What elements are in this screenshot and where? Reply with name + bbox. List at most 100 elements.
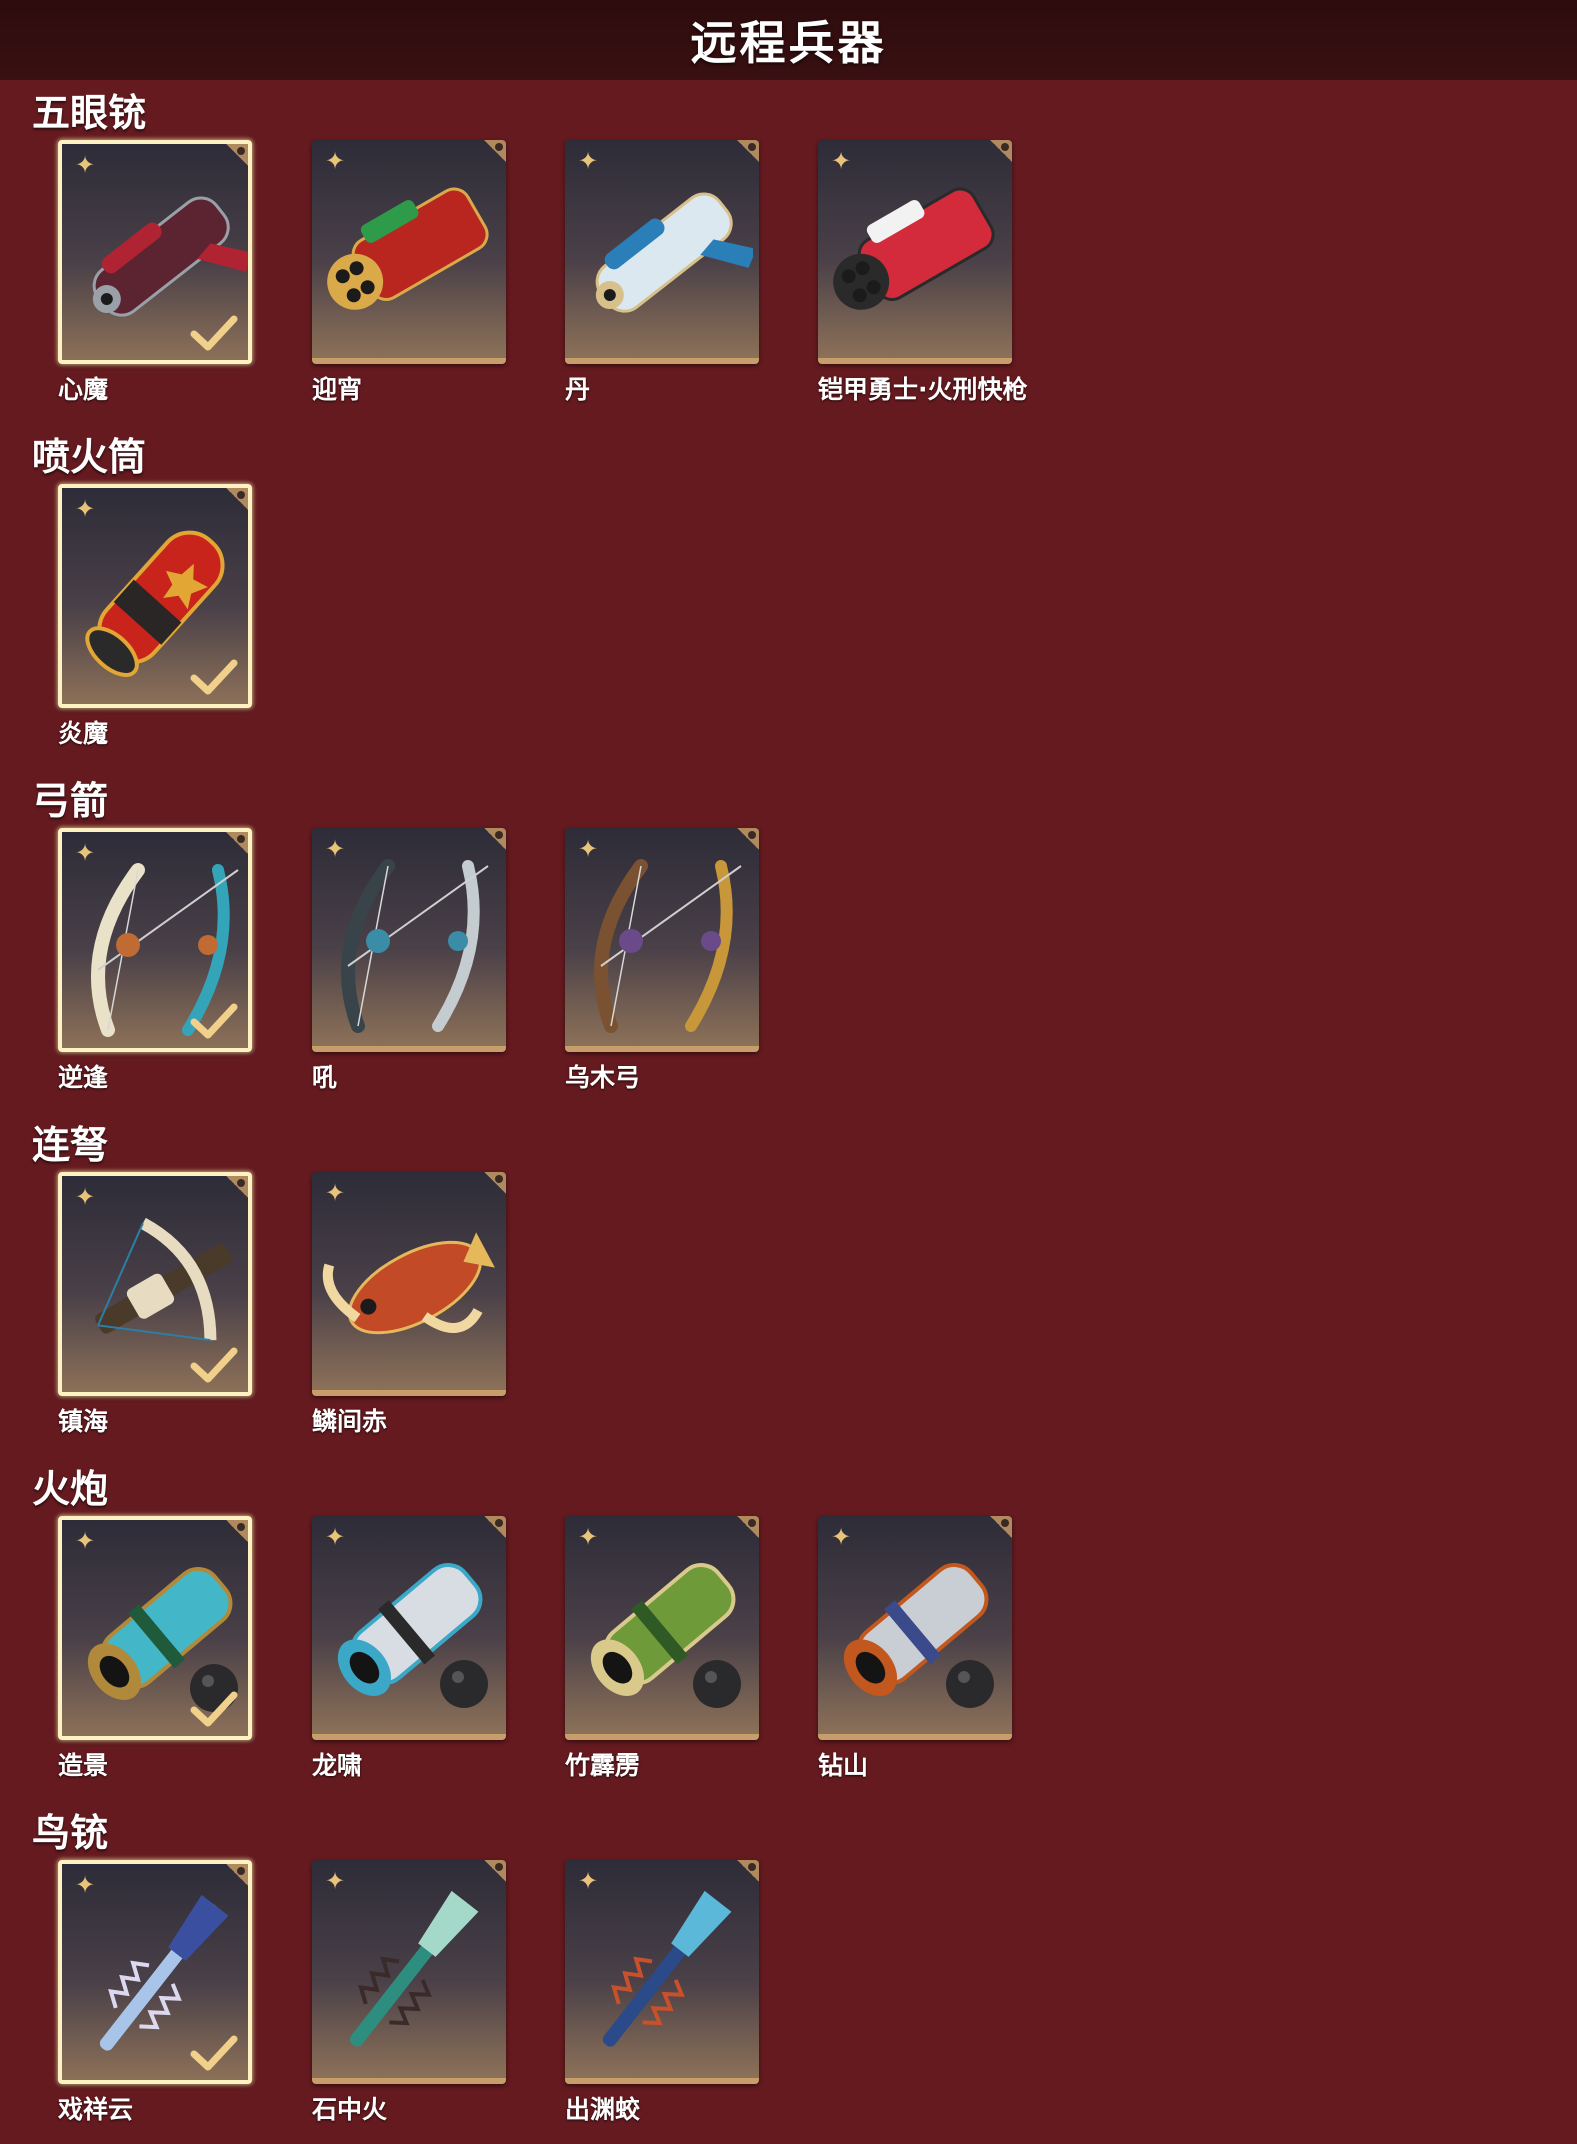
- corner-badge-icon: [737, 1516, 759, 1538]
- weapon-category: 五眼铳 ✦ 心魔 ✦ 迎宵 ✦ 丹 ✦ 铠甲勇士·火刑快枪: [0, 84, 1577, 424]
- weapon-card[interactable]: ✦ 造景: [58, 1516, 258, 1780]
- quality-star-icon: ✦: [74, 1871, 96, 1899]
- weapon-thumbnail[interactable]: ✦: [818, 140, 1012, 364]
- corner-badge-icon: [226, 1520, 248, 1542]
- weapon-name: 镇海: [58, 1407, 109, 1436]
- corner-badge-icon: [484, 828, 506, 850]
- weapon-category: 弓箭 ✦ 逆逢 ✦ 吼 ✦ 乌木弓: [0, 772, 1577, 1112]
- weapon-card[interactable]: ✦ 戏祥云: [58, 1860, 258, 2124]
- checkmark-icon: [190, 1346, 238, 1384]
- corner-badge-icon: [226, 832, 248, 854]
- weapon-name: 心魔: [58, 375, 109, 404]
- quality-star-icon: ✦: [577, 1867, 599, 1895]
- corner-badge-icon: [226, 488, 248, 510]
- weapon-card[interactable]: ✦ 乌木弓: [565, 828, 765, 1092]
- weapon-thumbnail[interactable]: ✦: [565, 140, 759, 364]
- weapon-card[interactable]: ✦ 丹: [565, 140, 765, 404]
- category-title: 五眼铳: [32, 91, 147, 135]
- quality-star-icon: ✦: [324, 835, 346, 863]
- quality-star-icon: ✦: [830, 147, 852, 175]
- quality-star-icon: ✦: [577, 147, 599, 175]
- weapon-thumbnail[interactable]: ✦: [58, 1860, 252, 2084]
- corner-badge-icon: [484, 1516, 506, 1538]
- quality-star-icon: ✦: [74, 1527, 96, 1555]
- weapon-name: 钻山: [818, 1751, 869, 1780]
- weapon-thumbnail[interactable]: ✦: [312, 1172, 506, 1396]
- weapon-card[interactable]: ✦ 鳞间赤: [312, 1172, 512, 1436]
- weapon-thumbnail[interactable]: ✦: [58, 140, 252, 364]
- weapon-name: 炎魔: [58, 719, 109, 748]
- weapon-category: 喷火筒 ✦ 炎魔: [0, 428, 1577, 768]
- weapon-card[interactable]: ✦ 逆逢: [58, 828, 258, 1092]
- weapon-thumbnail[interactable]: ✦: [312, 140, 506, 364]
- weapon-name: 出渊蛟: [565, 2095, 641, 2124]
- weapon-thumbnail[interactable]: ✦: [565, 1516, 759, 1740]
- corner-badge-icon: [484, 1860, 506, 1882]
- corner-badge-icon: [484, 1172, 506, 1194]
- weapon-card[interactable]: ✦ 石中火: [312, 1860, 512, 2124]
- weapon-image: [571, 1878, 753, 2068]
- weapon-name: 乌木弓: [565, 1063, 641, 1092]
- weapon-image: [318, 158, 500, 348]
- weapon-category: 连弩 ✦ 镇海 ✦ 鳞间赤: [0, 1116, 1577, 1456]
- weapon-name: 逆逢: [58, 1063, 109, 1092]
- weapon-image: [571, 158, 757, 348]
- quality-star-icon: ✦: [74, 495, 96, 523]
- weapon-card[interactable]: ✦ 镇海: [58, 1172, 258, 1436]
- weapon-name: 戏祥云: [58, 2095, 134, 2124]
- corner-badge-icon: [990, 1516, 1012, 1538]
- corner-badge-icon: [737, 140, 759, 162]
- weapon-card[interactable]: ✦ 钻山: [818, 1516, 1018, 1780]
- quality-star-icon: ✦: [324, 147, 346, 175]
- weapon-image: [318, 1534, 500, 1724]
- weapon-card[interactable]: ✦ 炎魔: [58, 484, 258, 748]
- category-title: 鸟铳: [32, 1811, 109, 1855]
- weapon-name: 鳞间赤: [312, 1407, 388, 1436]
- weapon-thumbnail[interactable]: ✦: [58, 828, 252, 1052]
- quality-star-icon: ✦: [324, 1867, 346, 1895]
- weapon-name: 竹霹雳: [565, 1751, 641, 1780]
- weapon-image: [318, 1878, 500, 2068]
- corner-badge-icon: [484, 140, 506, 162]
- weapon-name: 迎宵: [312, 375, 363, 404]
- weapon-card[interactable]: ✦ 龙啸: [312, 1516, 512, 1780]
- quality-star-icon: ✦: [324, 1523, 346, 1551]
- weapon-image: [571, 846, 753, 1036]
- weapon-card[interactable]: ✦ 铠甲勇士·火刑快枪: [818, 140, 1028, 404]
- corner-badge-icon: [737, 828, 759, 850]
- weapon-image: [824, 1534, 1006, 1724]
- weapon-card[interactable]: ✦ 出渊蛟: [565, 1860, 765, 2124]
- weapon-thumbnail[interactable]: ✦: [58, 1516, 252, 1740]
- weapon-category: 鸟铳 ✦ 戏祥云 ✦ 石中火 ✦ 出渊蛟: [0, 1804, 1577, 2144]
- weapon-card[interactable]: ✦ 竹霹雳: [565, 1516, 765, 1780]
- weapon-image: [318, 846, 500, 1036]
- weapon-card[interactable]: ✦ 迎宵: [312, 140, 512, 404]
- quality-star-icon: ✦: [74, 1183, 96, 1211]
- weapon-name: 吼: [312, 1063, 338, 1092]
- weapon-card[interactable]: ✦ 吼: [312, 828, 512, 1092]
- checkmark-icon: [190, 1690, 238, 1728]
- checkmark-icon: [190, 314, 238, 352]
- quality-star-icon: ✦: [830, 1523, 852, 1551]
- weapon-image: [318, 1190, 500, 1380]
- quality-star-icon: ✦: [324, 1179, 346, 1207]
- quality-star-icon: ✦: [577, 1523, 599, 1551]
- weapon-image: [571, 1534, 753, 1724]
- weapon-thumbnail[interactable]: ✦: [565, 1860, 759, 2084]
- checkmark-icon: [190, 658, 238, 696]
- weapon-card[interactable]: ✦ 心魔: [58, 140, 258, 404]
- weapon-thumbnail[interactable]: ✦: [58, 484, 252, 708]
- weapon-thumbnail[interactable]: ✦: [818, 1516, 1012, 1740]
- weapon-thumbnail[interactable]: ✦: [312, 1516, 506, 1740]
- category-title: 弓箭: [32, 779, 109, 823]
- weapon-name: 丹: [565, 375, 591, 404]
- corner-badge-icon: [990, 140, 1012, 162]
- weapon-name: 造景: [58, 1751, 109, 1780]
- weapon-thumbnail[interactable]: ✦: [565, 828, 759, 1052]
- weapon-thumbnail[interactable]: ✦: [312, 1860, 506, 2084]
- category-title: 喷火筒: [32, 435, 147, 479]
- corner-badge-icon: [226, 144, 248, 166]
- weapon-collection-page: 远程兵器 五眼铳 ✦ 心魔 ✦ 迎宵 ✦ 丹 ✦ 铠甲勇士·火刑快枪 喷火筒 ✦…: [0, 0, 1577, 2144]
- weapon-thumbnail[interactable]: ✦: [312, 828, 506, 1052]
- weapon-thumbnail[interactable]: ✦: [58, 1172, 252, 1396]
